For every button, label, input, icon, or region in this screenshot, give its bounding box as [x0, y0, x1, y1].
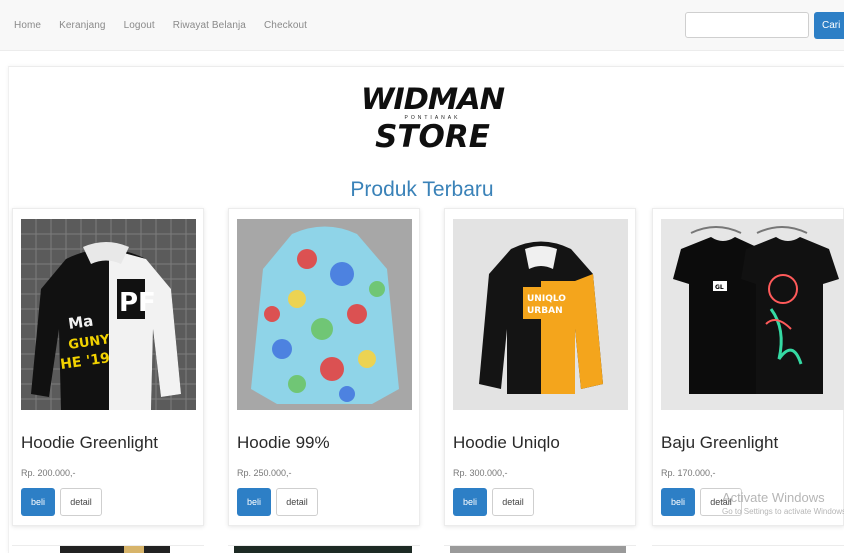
detail-button[interactable]: detail: [492, 488, 534, 516]
nav-link-home[interactable]: Home: [14, 20, 41, 31]
buy-button[interactable]: beli: [237, 488, 271, 516]
svg-text:UNIQLO: UNIQLO: [527, 294, 566, 304]
product-name: Hoodie Greenlight: [21, 433, 159, 452]
svg-text:Ma: Ma: [67, 312, 94, 333]
nav-link-logout[interactable]: Logout: [124, 20, 155, 31]
product-card: PF Ma GUNY HE '19 Hoodie Greenlight Rp. …: [12, 208, 204, 526]
product-price: Rp. 250.000,-: [237, 468, 292, 478]
product-image-hoodie-tie-dye[interactable]: [237, 219, 412, 410]
product-image-hoodie-black-yellow[interactable]: UNIQLO URBAN: [453, 219, 628, 410]
detail-button[interactable]: detail: [276, 488, 318, 516]
logo-text-bottom: STORE: [375, 119, 490, 155]
store-logo: WIDMAN PONTIANAK STORE: [350, 84, 515, 164]
svg-text:GL: GL: [715, 284, 724, 291]
product-price: Rp. 200.000,-: [21, 468, 76, 478]
search-button[interactable]: Cari: [814, 12, 844, 39]
product-image-hoodie-black-white[interactable]: PF Ma GUNY HE '19: [21, 219, 196, 410]
logo-text-top: WIDMAN: [360, 82, 505, 116]
buy-button[interactable]: beli: [21, 488, 55, 516]
detail-button[interactable]: detail: [60, 488, 102, 516]
nav-link-cart[interactable]: Keranjang: [59, 20, 106, 31]
product-name: Hoodie 99%: [237, 433, 330, 452]
product-name: Hoodie Uniqlo: [453, 433, 560, 452]
product-card: Hoodie 99% Rp. 250.000,- beli detail: [228, 208, 420, 526]
nav-link-order-history[interactable]: Riwayat Belanja: [173, 20, 246, 31]
product-card: UNIQLO URBAN Hoodie Uniqlo Rp. 300.000,-…: [444, 208, 636, 526]
svg-text:URBAN: URBAN: [527, 306, 563, 316]
product-card: GL Baju Greenlight Rp. 170.000,- beli de…: [652, 208, 844, 526]
buy-button[interactable]: beli: [453, 488, 487, 516]
section-title: Produk Terbaru: [350, 178, 494, 201]
nav-links: Home Keranjang Logout Riwayat Belanja Ch…: [14, 0, 325, 50]
product-name: Baju Greenlight: [661, 433, 779, 452]
product-image-tshirts[interactable]: GL: [661, 219, 844, 410]
top-navbar: Home Keranjang Logout Riwayat Belanja Ch…: [0, 0, 844, 51]
buy-button[interactable]: beli: [661, 488, 695, 516]
nav-link-checkout[interactable]: Checkout: [264, 20, 307, 31]
product-price: Rp. 300.000,-: [453, 468, 508, 478]
detail-button[interactable]: detail: [700, 488, 742, 516]
search-input[interactable]: [685, 12, 809, 38]
product-price: Rp. 170.000,-: [661, 468, 716, 478]
svg-text:PF: PF: [119, 288, 156, 318]
